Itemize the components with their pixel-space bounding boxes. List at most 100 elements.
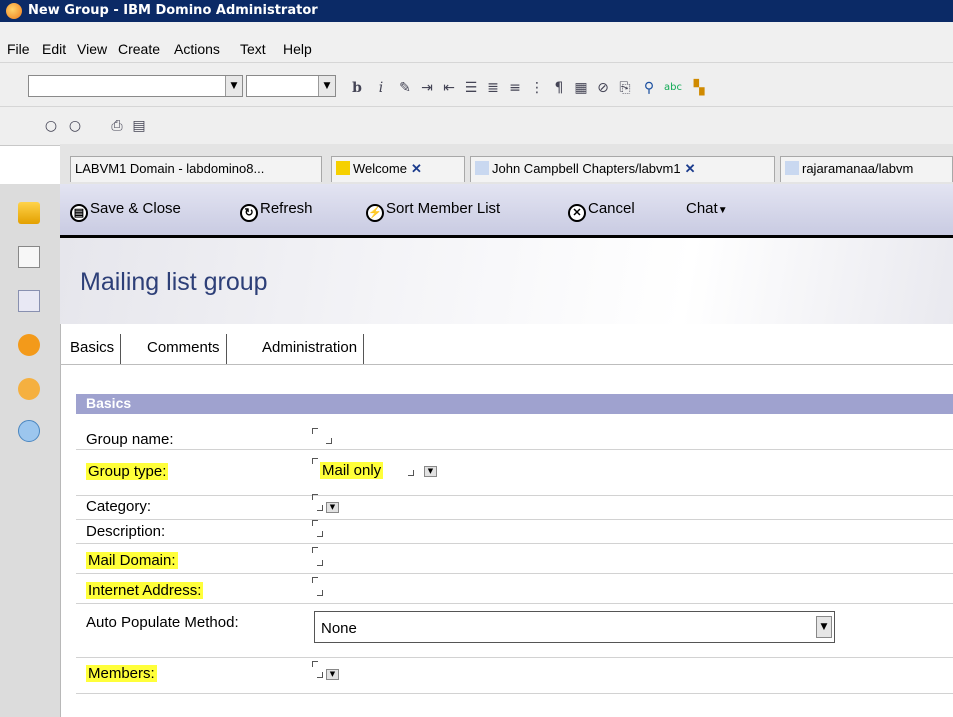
save-close-button[interactable]: ▤ Save & Close <box>70 200 181 222</box>
italic-icon[interactable]: i <box>372 79 390 97</box>
mail-domain-label: Mail Domain: <box>86 552 178 569</box>
chevron-down-icon[interactable]: ▼ <box>816 616 832 638</box>
field-open-bracket <box>312 661 318 667</box>
title-bar: New Group - IBM Domino Administrator <box>0 0 953 22</box>
chevron-down-icon[interactable]: ▼ <box>318 76 335 96</box>
chevron-down-icon[interactable]: ▼ <box>225 76 242 96</box>
font-name-combo[interactable]: ▼ <box>28 75 243 97</box>
mail-domain-row: Mail Domain: <box>76 544 953 574</box>
spellcheck-icon[interactable]: abc <box>664 79 682 97</box>
group-name-label: Group name: <box>86 431 174 448</box>
ruler-icon[interactable]: ▚ <box>690 79 708 97</box>
tab-label: LABVM1 Domain - labdomino8... <box>75 161 265 176</box>
auto-populate-select[interactable]: None ▼ <box>314 611 835 643</box>
chat-dropdown-button[interactable]: Chat▼ <box>686 200 728 217</box>
compass-icon[interactable] <box>18 378 40 400</box>
tab-domain[interactable]: LABVM1 Domain - labdomino8... <box>70 156 322 182</box>
action-bar: ▤ Save & Close ↻ Refresh ⚡ Sort Member List… <box>60 184 953 238</box>
menu-file[interactable]: File <box>7 41 30 57</box>
menu-create[interactable]: Create <box>118 41 160 57</box>
list-style-icon[interactable]: ⋮ <box>528 79 546 97</box>
indent-icon[interactable]: ⇥ <box>418 79 436 97</box>
description-field[interactable] <box>317 531 323 537</box>
save-icon[interactable]: ▤ <box>130 117 148 135</box>
members-label: Members: <box>86 665 157 682</box>
auto-populate-label: Auto Populate Method: <box>86 614 239 631</box>
group-type-field[interactable]: Mail only <box>320 462 384 479</box>
pen-icon[interactable]: ✎ <box>396 79 414 97</box>
align-icon[interactable]: ≡ <box>506 79 524 97</box>
zoom-in-icon[interactable]: ○ <box>42 117 60 135</box>
tab-welcome[interactable]: Welcome ✕ <box>331 156 465 182</box>
group-type-label: Group type: <box>86 463 169 480</box>
tab-rajaramanaa[interactable]: rajaramanaa/labvm <box>780 156 953 182</box>
bookmark-sidebar <box>0 184 61 717</box>
refresh-icon: ↻ <box>240 204 258 222</box>
folder-icon[interactable] <box>18 202 40 224</box>
mail-domain-field[interactable] <box>317 560 323 566</box>
styles-icon[interactable]: ¶ <box>550 79 568 97</box>
field-open-bracket <box>312 494 318 500</box>
table-icon[interactable]: ▦ <box>572 79 590 97</box>
group-type-row: Group type: Mail only ▼ <box>76 450 953 496</box>
tab-divider <box>60 364 953 365</box>
replica-icon <box>475 161 489 175</box>
bullets-icon[interactable]: ☰ <box>462 79 480 97</box>
app-logo-icon <box>6 3 22 19</box>
caret-down-icon: ▼ <box>717 205 728 216</box>
save-icon: ▤ <box>70 204 88 222</box>
printer-icon[interactable]: ⎙ <box>108 117 126 135</box>
attachment-icon[interactable]: ⊘ <box>594 79 612 97</box>
chat-bubble-icon[interactable] <box>18 420 40 442</box>
category-field[interactable] <box>317 505 323 511</box>
menu-actions[interactable]: Actions <box>174 41 220 57</box>
outdent-icon[interactable]: ⇤ <box>440 79 458 97</box>
field-open-bracket <box>312 428 318 434</box>
document-icon[interactable] <box>18 246 40 268</box>
refresh-button[interactable]: ↻ Refresh <box>240 200 313 222</box>
description-label: Description: <box>86 523 166 540</box>
category-label: Category: <box>86 498 152 515</box>
tab-basics[interactable]: Basics <box>64 334 122 364</box>
tab-label: Welcome <box>353 161 407 176</box>
group-name-row: Group name: <box>76 425 953 450</box>
members-dropdown[interactable]: ▼ <box>326 669 339 680</box>
cancel-button[interactable]: ✕ Cancel <box>568 200 635 222</box>
formatting-toolbar: ▼ ▼ b i ✎ ⇥ ⇤ ☰ ≣ ≡ ⋮ ¶ ▦ ⊘ ⎘ ⚲ abc ▚ <box>0 62 953 107</box>
refresh-label: Refresh <box>260 200 313 217</box>
field-open-bracket <box>312 520 318 526</box>
menu-text[interactable]: Text <box>240 41 266 57</box>
lightning-icon: ⚡ <box>366 204 384 222</box>
save-close-label: Save & Close <box>90 200 181 217</box>
menu-help[interactable]: Help <box>283 41 312 57</box>
numbering-icon[interactable]: ≣ <box>484 79 502 97</box>
chat-label: Chat <box>686 200 718 217</box>
tab-label: John Campbell Chapters/labvm1 <box>492 161 681 176</box>
description-row: Description: <box>76 520 953 544</box>
close-icon[interactable]: ✕ <box>685 161 696 176</box>
field-open-bracket <box>312 577 318 583</box>
close-icon[interactable]: ✕ <box>411 161 422 176</box>
menu-view[interactable]: View <box>77 41 107 57</box>
menu-bar: File Edit View Create Actions Text Help <box>0 22 953 62</box>
members-field[interactable] <box>317 672 323 678</box>
sort-member-list-button[interactable]: ⚡ Sort Member List <box>366 200 500 222</box>
tab-label: rajaramanaa/labvm <box>802 161 914 176</box>
group-name-field[interactable] <box>326 438 332 444</box>
menu-edit[interactable]: Edit <box>42 41 66 57</box>
replica-icon <box>785 161 799 175</box>
welcome-icon <box>336 161 350 175</box>
tab-john-campbell[interactable]: John Campbell Chapters/labvm1 ✕ <box>470 156 775 182</box>
people-icon[interactable] <box>18 334 40 356</box>
category-dropdown[interactable]: ▼ <box>326 502 339 513</box>
tab-administration[interactable]: Administration <box>256 334 365 364</box>
tab-comments[interactable]: Comments <box>141 334 227 364</box>
search-icon[interactable]: ⚲ <box>640 79 658 97</box>
replica-icon[interactable] <box>18 290 40 312</box>
group-type-dropdown[interactable]: ▼ <box>424 466 437 477</box>
link-icon[interactable]: ⎘ <box>616 79 634 97</box>
font-size-combo[interactable]: ▼ <box>246 75 336 97</box>
bold-icon[interactable]: b <box>348 79 366 97</box>
internet-address-field[interactable] <box>317 590 323 596</box>
zoom-out-icon[interactable]: ○ <box>66 117 84 135</box>
